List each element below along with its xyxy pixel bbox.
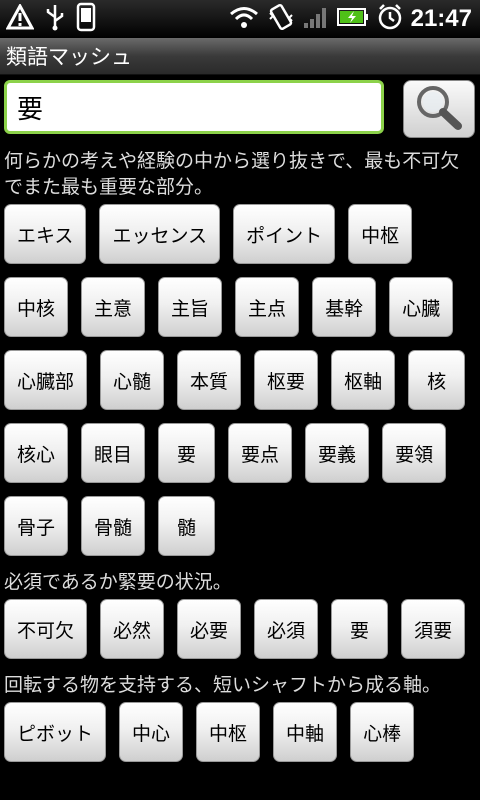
alert-icon <box>5 2 35 34</box>
synonym-button[interactable]: 必然 <box>100 599 165 659</box>
search-row <box>0 78 480 142</box>
phone-icon <box>76 2 96 36</box>
synonym-button[interactable]: エッセンス <box>99 204 221 264</box>
synonym-button[interactable]: エキス <box>4 204 87 264</box>
vibrate-icon <box>267 3 295 35</box>
status-bar: 21:47 <box>0 0 480 38</box>
synonym-button[interactable]: 主旨 <box>158 277 223 337</box>
synonym-button[interactable]: 枢要 <box>254 350 319 410</box>
synonym-button[interactable]: 須要 <box>401 599 466 659</box>
synonym-button[interactable]: 要 <box>331 599 389 659</box>
synonym-button[interactable]: 不可欠 <box>4 599 88 659</box>
synonym-button[interactable]: 中核 <box>4 277 69 337</box>
synonym-button[interactable]: ピボット <box>4 702 107 762</box>
synonym-button[interactable]: 要義 <box>305 423 370 483</box>
word-chip-list: 不可欠 必然 必要 必須要須要 <box>0 595 480 672</box>
synonym-button[interactable]: 心臓部 <box>4 350 88 410</box>
app-title-bar: 類語マッシュ <box>0 38 480 75</box>
search-button[interactable] <box>403 80 475 138</box>
app-title: 類語マッシュ <box>6 45 132 69</box>
synonym-button[interactable]: 髄 <box>158 496 216 556</box>
results-list: 何らかの考えや経験の中から選り抜きで、最も不可欠でまた最も重要な部分。 エキス エッ… <box>0 148 480 775</box>
synonym-button[interactable]: 核心 <box>4 423 69 483</box>
synonym-button[interactable]: 必要 <box>177 599 242 659</box>
signal-icon <box>303 5 329 33</box>
synonym-group: 回転する物を支持する、短いシャフトから成る軸。 ピボット 中心 中枢 中軸 心棒 <box>0 672 480 775</box>
synonym-group: 何らかの考えや経験の中から選り抜きで、最も不可欠でまた最も重要な部分。 エキス エッ… <box>0 148 480 569</box>
definition-text: 回転する物を支持する、短いシャフトから成る軸。 <box>4 674 442 696</box>
status-time: 21:47 <box>410 5 472 32</box>
synonym-button[interactable]: 主点 <box>235 277 300 337</box>
synonym-button[interactable]: 心棒 <box>350 702 415 762</box>
wifi-icon <box>229 5 259 33</box>
synonym-button[interactable]: 必須 <box>254 599 319 659</box>
synonym-button[interactable]: ポイント <box>233 204 336 264</box>
search-input[interactable] <box>4 80 384 134</box>
synonym-button[interactable]: 要 <box>158 423 216 483</box>
synonym-button[interactable]: 主意 <box>81 277 146 337</box>
synonym-group: 必須であるか緊要の状況。 不可欠 必然 必要 必須要須要 <box>0 569 480 672</box>
word-chip-list: エキス エッセンス ポイント 中枢中核 主意 主旨 主点 基幹 心臓心臓部 心髄 本質 枢要 枢軸核核心… <box>0 200 480 569</box>
synonym-button[interactable]: 心臓 <box>389 277 454 337</box>
synonym-button[interactable]: 本質 <box>177 350 242 410</box>
word-chip-list: ピボット 中心 中枢 中軸 心棒 <box>0 698 480 775</box>
synonym-button[interactable]: 核 <box>408 350 466 410</box>
synonym-button[interactable]: 骨子 <box>4 496 69 556</box>
synonym-button[interactable]: 基幹 <box>312 277 377 337</box>
synonym-button[interactable]: 枢軸 <box>331 350 396 410</box>
synonym-button[interactable]: 中心 <box>119 702 184 762</box>
definition-text: 何らかの考えや経験の中から選り抜きで、最も不可欠でまた最も重要な部分。 <box>4 150 460 198</box>
synonym-button[interactable]: 中枢 <box>348 204 413 264</box>
synonym-button[interactable]: 心髄 <box>100 350 165 410</box>
synonym-button[interactable]: 骨髄 <box>81 496 146 556</box>
synonym-button[interactable]: 眼目 <box>81 423 146 483</box>
usb-icon <box>44 3 66 35</box>
synonym-button[interactable]: 要点 <box>228 423 293 483</box>
search-icon <box>412 82 466 136</box>
battery-charging-icon <box>336 6 369 32</box>
alarm-icon <box>377 3 403 35</box>
synonym-button[interactable]: 中枢 <box>196 702 261 762</box>
definition-text: 必須であるか緊要の状況。 <box>4 571 232 593</box>
synonym-button[interactable]: 中軸 <box>273 702 338 762</box>
synonym-button[interactable]: 要領 <box>382 423 447 483</box>
